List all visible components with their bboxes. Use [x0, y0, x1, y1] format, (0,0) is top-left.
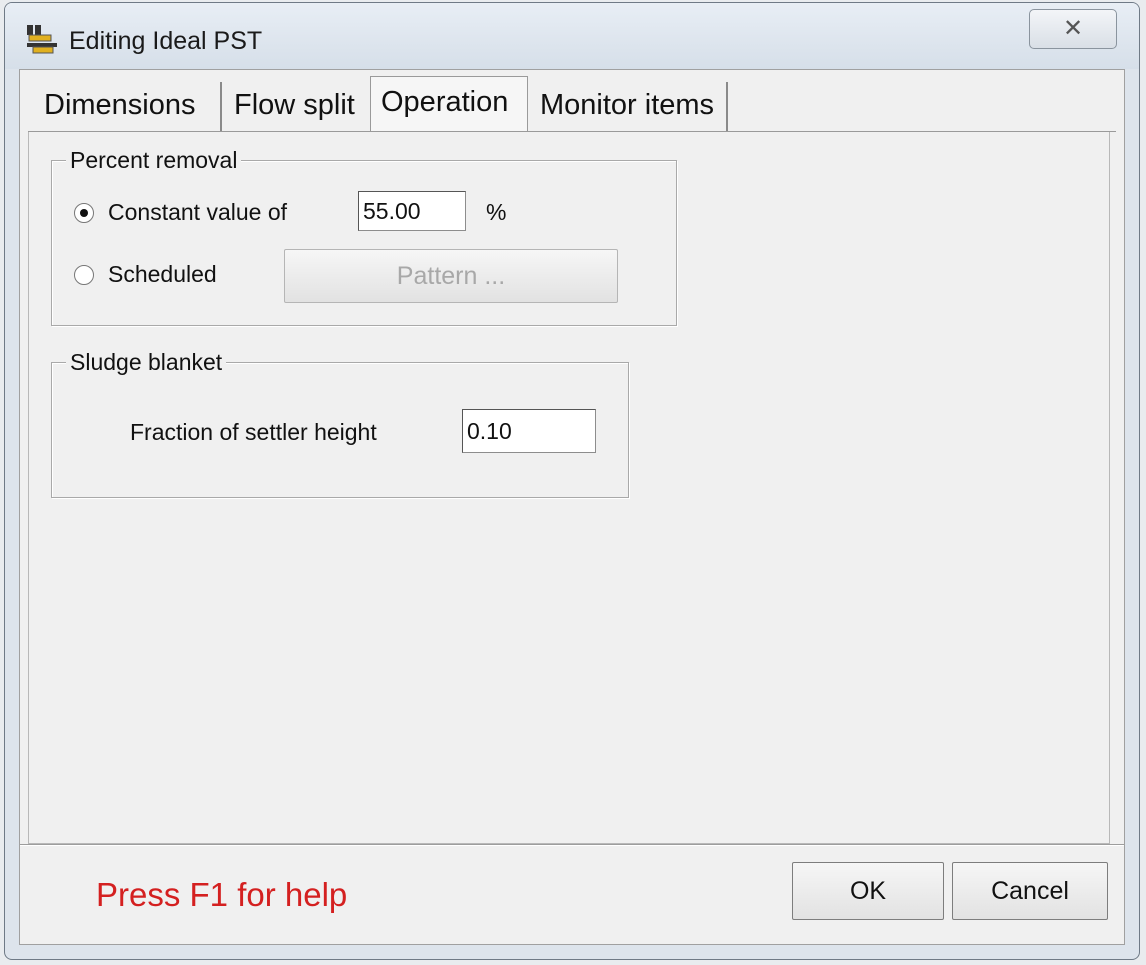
- pattern-button[interactable]: Pattern ...: [284, 249, 618, 303]
- tab-label: Operation: [381, 86, 509, 118]
- tab-label: Dimensions: [44, 89, 196, 121]
- scheduled-label: Scheduled: [108, 261, 217, 287]
- editing-dialog: Editing Ideal PST ✕ Dimensions Flow spli…: [4, 2, 1140, 960]
- constant-value-input[interactable]: [358, 191, 466, 231]
- tab-label: Monitor items: [540, 89, 715, 121]
- ok-button-label: OK: [849, 877, 887, 905]
- tab-monitor-items[interactable]: Monitor items: [530, 82, 728, 132]
- ok-button[interactable]: OK: [792, 862, 944, 920]
- constant-value-label: Constant value of: [108, 199, 288, 225]
- footer-divider: [20, 844, 1124, 846]
- percent-removal-group: Percent removal Constant value of % Sche…: [51, 147, 677, 326]
- percent-unit-label: %: [486, 199, 507, 225]
- operation-panel: Percent removal Constant value of % Sche…: [28, 132, 1110, 844]
- pattern-button-label: Pattern ...: [396, 262, 506, 290]
- close-icon: ✕: [1062, 15, 1084, 42]
- window-title: Editing Ideal PST: [69, 27, 263, 55]
- percent-removal-label: Percent removal: [66, 147, 242, 174]
- tab-operation[interactable]: Operation: [370, 76, 528, 134]
- cancel-button-label: Cancel: [991, 877, 1069, 905]
- clarifier-icon: [27, 25, 57, 54]
- fraction-input[interactable]: [462, 409, 596, 453]
- sludge-blanket-group: Sludge blanket Fraction of settler heigh…: [51, 349, 629, 498]
- tab-flow-split[interactable]: Flow split: [224, 82, 374, 132]
- close-button[interactable]: ✕: [1029, 9, 1117, 49]
- tab-dimensions[interactable]: Dimensions: [34, 82, 222, 132]
- title-bar[interactable]: Editing Ideal PST ✕: [5, 3, 1139, 69]
- scheduled-radio[interactable]: [74, 265, 94, 285]
- tab-label: Flow split: [234, 89, 355, 121]
- fraction-label: Fraction of settler height: [130, 419, 377, 445]
- dialog-client: Dimensions Flow split Operation Monitor …: [19, 69, 1125, 945]
- constant-value-radio[interactable]: [74, 203, 94, 223]
- help-hint: Press F1 for help: [96, 876, 348, 913]
- sludge-blanket-label: Sludge blanket: [66, 349, 227, 376]
- cancel-button[interactable]: Cancel: [952, 862, 1108, 920]
